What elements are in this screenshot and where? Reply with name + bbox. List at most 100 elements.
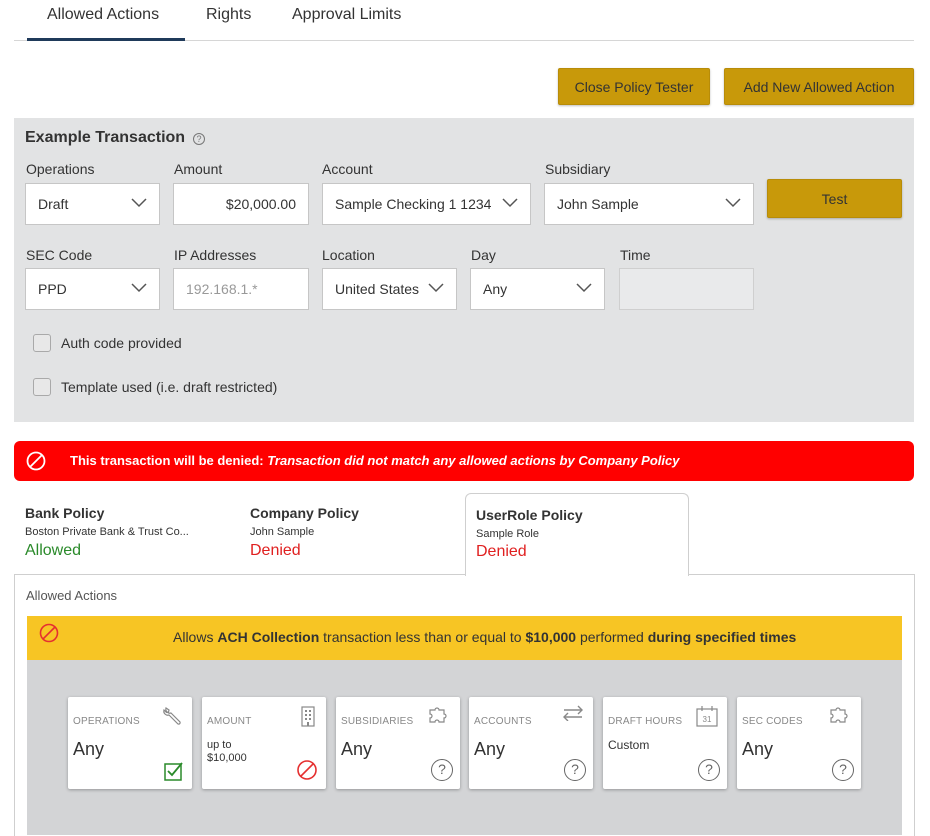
auth-code-checkbox-row[interactable]: Auth code provided — [33, 334, 182, 352]
building-icon — [301, 706, 315, 727]
policy-detail-panel: Allowed Actions Allows ACH Collection tr… — [14, 574, 915, 836]
account-value: Sample Checking 1 1234 — [335, 196, 492, 212]
bank-policy-title[interactable]: Bank Policy — [25, 505, 104, 521]
rule-summary: Allows ACH Collection transaction less t… — [173, 629, 797, 645]
amount-value: $20,000.00 — [225, 196, 296, 212]
active-tab-indicator — [27, 38, 185, 41]
userrole-policy-status: Denied — [476, 543, 527, 560]
allowed-actions-label: Allowed Actions — [26, 588, 118, 603]
banner-prefix: This transaction will be denied: — [70, 453, 264, 468]
amount-input[interactable]: $20,000.00 — [173, 183, 309, 225]
bank-policy-sub: Boston Private Bank & Trust Co... — [25, 526, 189, 538]
card-caption: AMOUNT — [207, 716, 252, 727]
close-policy-tester-button[interactable]: Close Policy Tester — [558, 68, 710, 105]
denied-icon — [26, 451, 46, 471]
chevron-down-icon — [502, 198, 518, 208]
denied-icon — [297, 760, 317, 780]
criteria-card-draft-hours[interactable]: DRAFT HOURS Custom 31 ? — [603, 697, 727, 789]
location-select[interactable]: United States — [322, 268, 457, 310]
template-used-checkbox[interactable] — [33, 378, 51, 396]
userrole-policy-sub: Sample Role — [476, 528, 539, 540]
help-circle-icon[interactable]: ? — [193, 133, 205, 145]
bank-policy-status: Allowed — [25, 542, 82, 559]
sec-code-value: PPD — [38, 281, 67, 297]
location-value: United States — [335, 281, 420, 297]
panel-title: Example Transaction — [25, 129, 186, 146]
chevron-down-icon — [131, 198, 147, 208]
criteria-card-accounts[interactable]: ACCOUNTS Any ? — [469, 697, 593, 789]
card-caption: SEC CODES — [742, 716, 803, 727]
card-caption: SUBSIDIARIES — [341, 716, 414, 727]
operations-value: Draft — [38, 196, 69, 212]
ip-addresses-placeholder: 192.168.1.* — [186, 281, 258, 297]
userrole-policy-title: UserRole Policy — [476, 507, 583, 523]
amount-label: Amount — [174, 161, 223, 177]
denied-icon — [39, 623, 59, 643]
transfer-arrows-icon — [563, 705, 583, 721]
criteria-card-amount[interactable]: AMOUNT up to $10,000 — [202, 697, 326, 789]
tab-approval-limits[interactable]: Approval Limits — [292, 6, 401, 24]
company-policy-title[interactable]: Company Policy — [250, 505, 359, 521]
banner-reason: Transaction did not match any allowed ac… — [267, 453, 680, 468]
card-caption: DRAFT HOURS — [608, 716, 683, 727]
ip-addresses-input[interactable]: 192.168.1.* — [173, 268, 309, 310]
operations-select[interactable]: Draft — [25, 183, 160, 225]
help-circle-icon[interactable]: ? — [832, 759, 854, 781]
subsidiary-label: Subsidiary — [545, 161, 611, 177]
card-value: up to $10,000 — [207, 739, 247, 764]
sec-code-label: SEC Code — [26, 247, 93, 263]
card-value: Any — [742, 739, 774, 759]
time-label: Time — [620, 247, 651, 263]
add-new-allowed-action-button[interactable]: Add New Allowed Action — [724, 68, 914, 105]
calendar-day: 31 — [703, 715, 712, 724]
chevron-down-icon — [725, 198, 741, 208]
template-used-label: Template used (i.e. draft restricted) — [61, 379, 278, 395]
day-select[interactable]: Any — [470, 268, 605, 310]
help-circle-icon[interactable]: ? — [698, 759, 720, 781]
denied-banner: This transaction will be denied: Transac… — [14, 441, 914, 481]
criteria-card-operations[interactable]: OPERATIONS Any — [68, 697, 192, 789]
card-value: Any — [474, 739, 506, 759]
banner-message: This transaction will be denied: Transac… — [70, 453, 679, 468]
chevron-down-icon — [576, 283, 592, 293]
userrole-policy-tab[interactable]: UserRole Policy Sample Role Denied — [465, 493, 689, 576]
checkbox-checked-icon — [164, 762, 183, 781]
calendar-icon: 31 — [696, 706, 718, 727]
company-policy-sub: John Sample — [250, 526, 315, 538]
account-select[interactable]: Sample Checking 1 1234 — [322, 183, 531, 225]
account-label: Account — [322, 161, 373, 177]
auth-code-label: Auth code provided — [61, 335, 182, 351]
puzzle-icon — [429, 707, 447, 723]
card-value: Any — [341, 739, 373, 759]
criteria-card-sec-codes[interactable]: SEC CODES Any ? — [737, 697, 861, 789]
example-transaction-panel: Example Transaction ? Operations Draft A… — [14, 118, 914, 422]
subsidiary-value: John Sample — [557, 196, 639, 212]
subsidiary-select[interactable]: John Sample — [544, 183, 754, 225]
company-policy-status: Denied — [250, 542, 301, 559]
test-button[interactable]: Test — [767, 179, 902, 218]
card-caption: OPERATIONS — [73, 716, 140, 727]
day-value: Any — [483, 281, 508, 297]
puzzle-icon — [830, 707, 848, 723]
allowed-action-rule[interactable]: Allows ACH Collection transaction less t… — [27, 616, 902, 660]
auth-code-checkbox[interactable] — [33, 334, 51, 352]
operations-label: Operations — [26, 161, 95, 177]
tab-bar: Allowed Actions Rights Approval Limits — [14, 0, 914, 41]
sec-code-select[interactable]: PPD — [25, 268, 160, 310]
ip-addresses-label: IP Addresses — [174, 247, 257, 263]
tab-rights[interactable]: Rights — [206, 6, 251, 24]
help-circle-icon[interactable]: ? — [431, 759, 453, 781]
day-label: Day — [471, 247, 496, 263]
chevron-down-icon — [131, 283, 147, 293]
tab-allowed-actions[interactable]: Allowed Actions — [47, 6, 159, 24]
time-input — [619, 268, 754, 310]
card-value: Custom — [608, 738, 650, 752]
template-used-checkbox-row[interactable]: Template used (i.e. draft restricted) — [33, 378, 277, 396]
rule-criteria-area: OPERATIONS Any AMOUNT up to $10,000 SUBS… — [27, 660, 902, 835]
wrench-icon — [163, 707, 181, 725]
location-label: Location — [322, 247, 375, 263]
criteria-card-subsidiaries[interactable]: SUBSIDIARIES Any ? — [336, 697, 460, 789]
card-value: Any — [73, 739, 105, 759]
chevron-down-icon — [428, 283, 444, 293]
help-circle-icon[interactable]: ? — [564, 759, 586, 781]
